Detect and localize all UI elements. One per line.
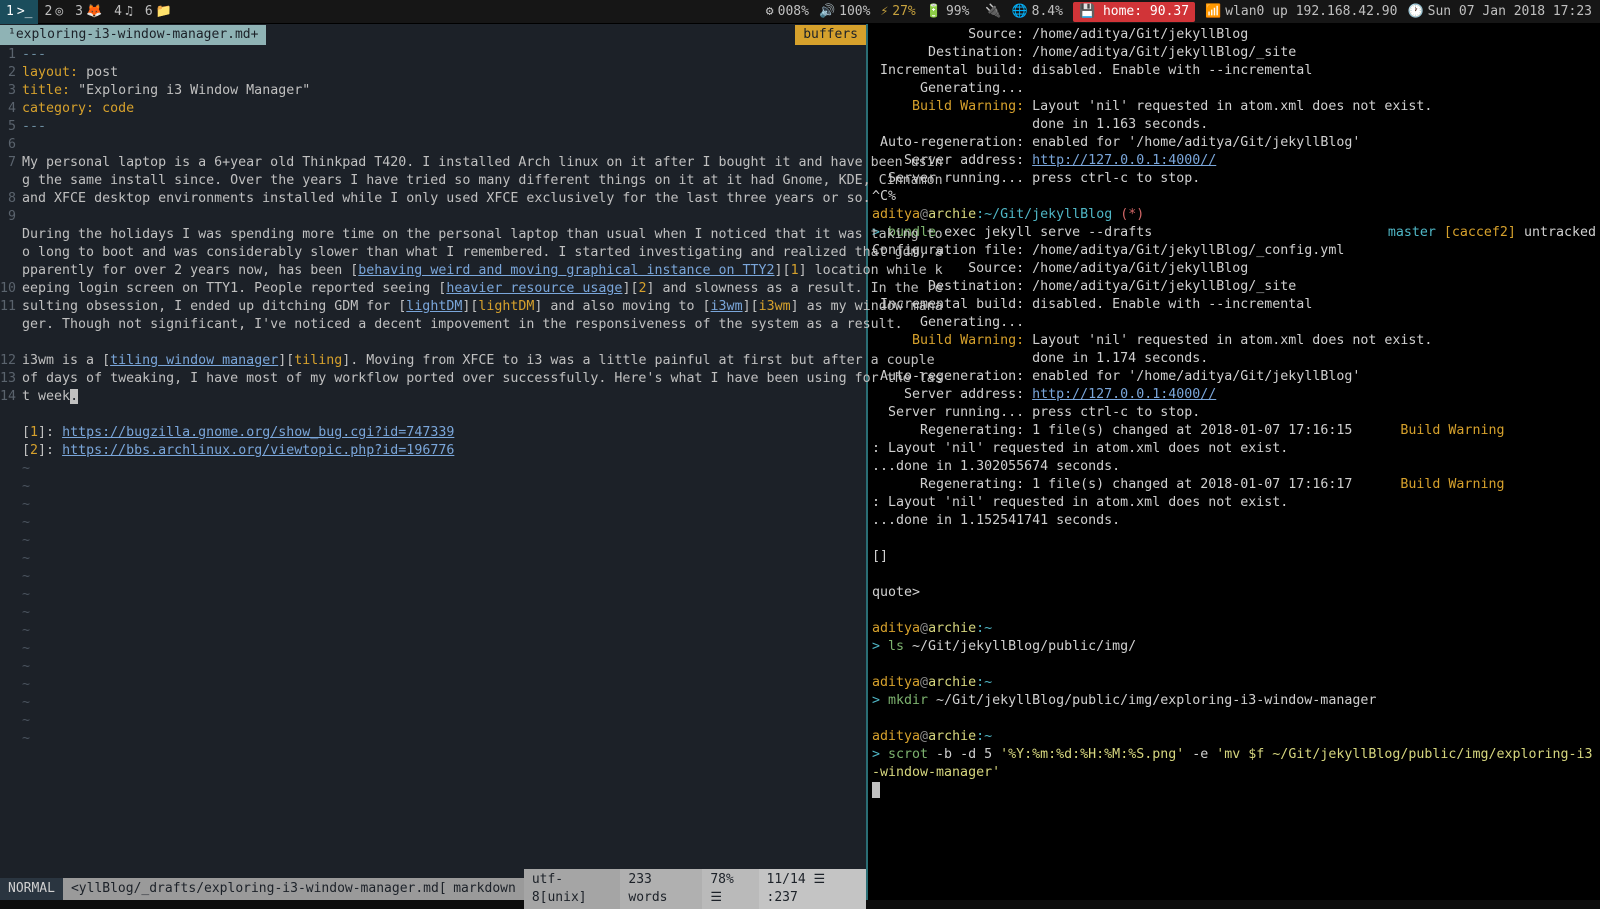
link-tty2-bug[interactable]: behaving weird and moving graphical inst… bbox=[358, 263, 774, 278]
term-line: > ls ~/Git/jekyllBlog/public/img/ bbox=[872, 638, 1596, 656]
term-line: Build Warning: Layout 'nil' requested in… bbox=[872, 98, 1596, 116]
term-line: Destination: /home/aditya/Git/jekyllBlog… bbox=[872, 44, 1596, 62]
term-line bbox=[872, 566, 1596, 584]
term-line: ...done in 1.152541741 seconds. bbox=[872, 512, 1596, 530]
line-gutter: 1234567 89 1011 121314 bbox=[0, 46, 22, 878]
vim-tab[interactable]: ¹exploring-i3-window-manager.md+ bbox=[0, 25, 266, 45]
i3-statusbar: 1>_ 2◎ 3🦊 4♫ 6📁 ⚙008% 🔊100% ⚡27% 🔋99% 🔌 … bbox=[0, 0, 1600, 24]
term-line: aditya@archie:~ bbox=[872, 620, 1596, 638]
term-line: Regenerating: 1 file(s) changed at 2018-… bbox=[872, 476, 1596, 494]
term-line: : Layout 'nil' requested in atom.xml doe… bbox=[872, 440, 1596, 458]
vim-mode: NORMAL bbox=[0, 878, 63, 900]
term-line: Incremental build: disabled. Enable with… bbox=[872, 62, 1596, 80]
vim-cursor: . bbox=[70, 389, 78, 404]
term-line: Server running... press ctrl-c to stop. bbox=[872, 404, 1596, 422]
disk-status: 💾 home: 90.37 bbox=[1073, 2, 1195, 22]
term-line: Incremental build: disabled. Enable with… bbox=[872, 296, 1596, 314]
vim-filename: <yllBlog/_drafts/exploring-i3-window-man… bbox=[63, 878, 445, 900]
workspace-1[interactable]: 1>_ bbox=[0, 0, 38, 24]
vim-percent: 78% ☰ bbox=[702, 869, 758, 909]
term-line: ^C% bbox=[872, 188, 1596, 206]
battery-status: 🔋99% 🔌 bbox=[926, 3, 1002, 21]
term-line: Server address: http://127.0.0.1:4000// bbox=[872, 152, 1596, 170]
link-i3wm[interactable]: i3wm bbox=[711, 299, 743, 314]
vim-wordcount: 233 words bbox=[620, 869, 702, 909]
term-line: Build Warning: Layout 'nil' requested in… bbox=[872, 332, 1596, 350]
term-line: : Layout 'nil' requested in atom.xml doe… bbox=[872, 494, 1596, 512]
vim-encoding: utf-8[unix] bbox=[524, 869, 621, 909]
vim-position: 11/14 ☰ :237 bbox=[759, 869, 866, 909]
firefox-icon: 🦊 bbox=[86, 3, 102, 21]
ref1-url[interactable]: https://bugzilla.gnome.org/show_bug.cgi?… bbox=[62, 425, 454, 440]
vim-editor-pane[interactable]: ¹exploring-i3-window-manager.md+ buffers… bbox=[0, 24, 868, 900]
term-line bbox=[872, 656, 1596, 674]
chrome-icon: ◎ bbox=[55, 3, 63, 21]
thermal-status: 🌐8.4% bbox=[1011, 3, 1063, 21]
clock-icon: 🕐 bbox=[1407, 3, 1423, 21]
globe-icon: 🌐 bbox=[1011, 3, 1027, 21]
term-line: Configuration file: /home/aditya/Git/jek… bbox=[872, 242, 1596, 260]
term-line bbox=[872, 782, 1596, 800]
term-line: Source: /home/aditya/Git/jekyllBlog bbox=[872, 260, 1596, 278]
term-line: Auto-regeneration: enabled for '/home/ad… bbox=[872, 134, 1596, 152]
term-line: done in 1.174 seconds. bbox=[872, 350, 1596, 368]
term-line: aditya@archie:~/Git/jekyllBlog (*) bbox=[872, 206, 1596, 224]
speaker-icon: 🔊 bbox=[819, 3, 835, 21]
terminal-icon: >_ bbox=[17, 3, 33, 21]
workspace-6[interactable]: 6📁 bbox=[139, 0, 178, 24]
term-line: > bundle exec jekyll serve --draftsmaste… bbox=[872, 224, 1596, 242]
wifi-status: 📶wlan0 up 192.168.42.90 bbox=[1205, 3, 1397, 21]
battery-icon: 🔋 bbox=[926, 3, 942, 21]
term-line: Source: /home/aditya/Git/jekyllBlog bbox=[872, 26, 1596, 44]
term-line: Auto-regeneration: enabled for '/home/ad… bbox=[872, 368, 1596, 386]
term-line: aditya@archie:~ bbox=[872, 728, 1596, 746]
link-lightdm[interactable]: lightDM bbox=[406, 299, 462, 314]
editor-text[interactable]: --- layout: post title: "Exploring i3 Wi… bbox=[22, 46, 949, 878]
term-line: done in 1.163 seconds. bbox=[872, 116, 1596, 134]
term-line: > mkdir ~/Git/jekyllBlog/public/img/expl… bbox=[872, 692, 1596, 710]
term-line: Server address: http://127.0.0.1:4000// bbox=[872, 386, 1596, 404]
hdd-icon: 💾 bbox=[1079, 4, 1095, 19]
vim-statusline: NORMAL <yllBlog/_drafts/exploring-i3-win… bbox=[0, 878, 866, 900]
gear-icon: ⚙ bbox=[766, 3, 774, 21]
wifi-icon: 📶 bbox=[1205, 3, 1221, 21]
buffers-indicator[interactable]: buffers bbox=[795, 25, 866, 45]
term-line: ...done in 1.302055674 seconds. bbox=[872, 458, 1596, 476]
term-line: aditya@archie:~ bbox=[872, 674, 1596, 692]
term-line: Generating... bbox=[872, 80, 1596, 98]
folder-icon: 📁 bbox=[156, 3, 172, 21]
term-line: quote> bbox=[872, 584, 1596, 602]
link-resource-usage[interactable]: heavier resource usage bbox=[446, 281, 622, 296]
music-icon: ♫ bbox=[125, 3, 133, 21]
link-tiling-wm[interactable]: tiling window manager bbox=[110, 353, 278, 368]
brightness-status: ⚡27% bbox=[880, 3, 915, 21]
vim-filetype: markdown bbox=[445, 878, 524, 900]
term-line bbox=[872, 602, 1596, 620]
plug-icon: 🔌 bbox=[985, 3, 1001, 21]
bolt-icon: ⚡ bbox=[880, 3, 888, 21]
cpu-status: ⚙008% bbox=[766, 3, 809, 21]
term-line bbox=[872, 710, 1596, 728]
term-line: Destination: /home/aditya/Git/jekyllBlog… bbox=[872, 278, 1596, 296]
term-line: > scrot -b -d 5 '%Y:%m:%d:%H:%M:%S.png' … bbox=[872, 746, 1596, 782]
clock: 🕐Sun 07 Jan 2018 17:23 bbox=[1407, 3, 1592, 21]
workspace-3[interactable]: 3🦊 bbox=[69, 0, 108, 24]
ref2-url[interactable]: https://bbs.archlinux.org/viewtopic.php?… bbox=[62, 443, 454, 458]
term-line: Regenerating: 1 file(s) changed at 2018-… bbox=[872, 422, 1596, 440]
workspace-2[interactable]: 2◎ bbox=[38, 0, 69, 24]
terminal-pane[interactable]: Source: /home/aditya/Git/jekyllBlog Dest… bbox=[868, 24, 1600, 900]
term-line bbox=[872, 530, 1596, 548]
volume-status: 🔊100% bbox=[819, 3, 871, 21]
term-line: Server running... press ctrl-c to stop. bbox=[872, 170, 1596, 188]
term-line: [] bbox=[872, 548, 1596, 566]
term-line: Generating... bbox=[872, 314, 1596, 332]
workspace-4[interactable]: 4♫ bbox=[108, 0, 139, 24]
